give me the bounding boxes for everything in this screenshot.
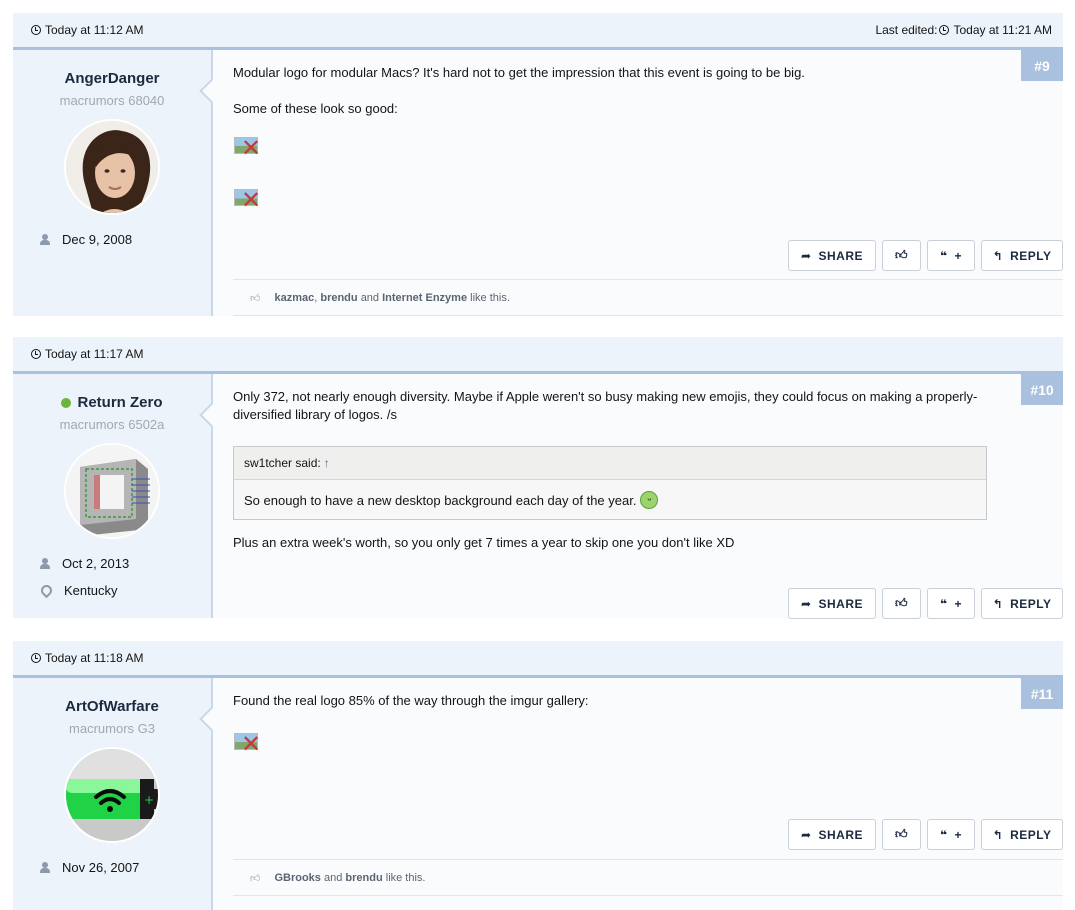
quote-icon: ❝	[939, 248, 948, 263]
likes-bar: 👍︎ GBrooks and brendu like this.	[233, 859, 1063, 896]
post-actions: ➦ SHARE 👍︎ ❝ + ↰ REPLY	[788, 588, 1063, 619]
post-9: Today at 11:12 AM Last edited: Today at 1…	[13, 13, 1063, 316]
user-title: macrumors G3	[69, 721, 155, 736]
username[interactable]: AngerDanger	[64, 70, 159, 87]
broken-image-icon[interactable]: ✕	[233, 134, 265, 161]
broken-image-icon[interactable]: ✕	[233, 730, 265, 757]
post-content: #11 Found the real logo 85% of the way t…	[213, 678, 1063, 910]
reply-button[interactable]: ↰ REPLY	[981, 588, 1063, 619]
share-icon: ➦	[800, 596, 812, 611]
message-body: Plus an extra week's worth, so you only …	[233, 535, 735, 550]
user-icon	[40, 862, 50, 873]
avatar[interactable]: +	[64, 747, 160, 843]
thumbs-up-icon: 👍︎	[894, 827, 909, 841]
avatar[interactable]	[64, 443, 160, 539]
clock-icon	[31, 25, 41, 35]
last-edited: Last edited: Today at 11:21 AM	[875, 23, 1052, 37]
post-header: Today at 11:12 AM Last edited: Today at 1…	[13, 13, 1063, 50]
liker-link[interactable]: Internet Enzyme	[382, 292, 467, 304]
post-header: Today at 11:17 AM	[13, 337, 1063, 374]
post-11: Today at 11:18 AM ArtOfWarfare macrumors…	[13, 641, 1063, 910]
quote-button[interactable]: ❝ +	[927, 588, 975, 619]
clock-icon	[31, 349, 41, 359]
thumbs-up-icon: 👍︎	[894, 248, 909, 262]
message-body: Found the real logo 85% of the way throu…	[233, 693, 589, 708]
thumbs-up-icon: 👍︎	[250, 872, 261, 884]
quote-button[interactable]: ❝ +	[927, 819, 975, 850]
share-button[interactable]: ➦ SHARE	[788, 819, 876, 850]
thumbs-up-icon: 👍︎	[894, 596, 909, 610]
clock-icon	[939, 25, 950, 35]
post-actions: ➦ SHARE 👍︎ ❝ + ↰ REPLY	[788, 240, 1063, 271]
share-button[interactable]: ➦ SHARE	[788, 240, 876, 271]
user-title: macrumors 6502a	[59, 417, 165, 432]
clock-icon	[31, 653, 41, 663]
broken-image-icon[interactable]: ✕	[233, 186, 265, 213]
post-timestamp[interactable]: Today at 11:12 AM	[31, 23, 144, 37]
location-pin-icon	[41, 585, 50, 596]
user-location: Kentucky	[40, 583, 117, 598]
message-body: Only 372, not nearly enough diversity. M…	[233, 389, 978, 422]
join-date: Nov 26, 2007	[40, 860, 139, 875]
share-icon: ➦	[800, 827, 812, 842]
quote-text: So enough to have a new desktop backgrou…	[234, 480, 986, 519]
post-header: Today at 11:18 AM	[13, 641, 1063, 678]
join-date: Dec 9, 2008	[40, 232, 132, 247]
liker-link[interactable]: brendu	[345, 872, 382, 884]
post-actions: ➦ SHARE 👍︎ ❝ + ↰ REPLY	[788, 819, 1063, 850]
quote-icon: ❝	[939, 596, 948, 611]
join-date: Oct 2, 2013	[40, 556, 129, 571]
reply-icon: ↰	[992, 248, 1004, 263]
share-button[interactable]: ➦ SHARE	[788, 588, 876, 619]
post-content: #9 Modular logo for modular Macs? It's h…	[213, 50, 1063, 316]
quote-attribution: sw1tcher said: ↑	[234, 447, 986, 480]
like-button[interactable]: 👍︎	[882, 240, 921, 271]
user-title: macrumors 68040	[59, 93, 165, 108]
user-icon	[40, 234, 50, 245]
grin-emoji-icon: ᵕ	[640, 491, 659, 509]
like-button[interactable]: 👍︎	[882, 819, 921, 850]
quote-block: sw1tcher said: ↑ So enough to have a new …	[233, 446, 987, 520]
user-icon	[40, 558, 50, 569]
liker-link[interactable]: GBrooks	[274, 872, 320, 884]
quote-icon: ❝	[939, 827, 948, 842]
online-status-icon	[61, 397, 72, 408]
liker-link[interactable]: kazmac	[274, 292, 314, 304]
like-button[interactable]: 👍︎	[882, 588, 921, 619]
post-timestamp[interactable]: Today at 11:18 AM	[31, 651, 144, 665]
post-number[interactable]: #9	[1021, 50, 1063, 81]
username[interactable]: ArtOfWarfare	[65, 698, 159, 715]
post-timestamp[interactable]: Today at 11:17 AM	[31, 347, 144, 361]
reply-button[interactable]: ↰ REPLY	[981, 240, 1063, 271]
user-sidebar: ArtOfWarfare macrumors G3 + Nov 26, 2007	[13, 678, 225, 910]
post-content: #10 Only 372, not nearly enough diversit…	[213, 374, 1063, 619]
quote-jump-link[interactable]: ↑	[324, 456, 330, 470]
post-number[interactable]: #11	[1021, 678, 1063, 709]
share-icon: ➦	[800, 248, 812, 263]
svg-text:+: +	[144, 793, 154, 807]
reply-icon: ↰	[992, 596, 1004, 611]
likes-bar: 👍︎ kazmac, brendu and Internet Enzyme li…	[233, 279, 1063, 316]
reply-icon: ↰	[992, 827, 1004, 842]
post-number[interactable]: #10	[1021, 374, 1063, 405]
post-10: Today at 11:17 AM Return Zero macrumors …	[13, 337, 1063, 619]
message-body: Modular logo for modular Macs? It's hard…	[233, 65, 805, 116]
thumbs-up-icon: 👍︎	[250, 292, 261, 304]
reply-button[interactable]: ↰ REPLY	[981, 819, 1063, 850]
username[interactable]: Return Zero	[61, 394, 163, 411]
avatar[interactable]	[64, 119, 160, 215]
liker-link[interactable]: brendu	[320, 292, 357, 304]
user-sidebar: Return Zero macrumors 6502a Oct 2, 2013 …	[13, 374, 225, 618]
user-sidebar: AngerDanger macrumors 68040 Dec 9, 2008	[13, 50, 225, 316]
quote-button[interactable]: ❝ +	[927, 240, 975, 271]
